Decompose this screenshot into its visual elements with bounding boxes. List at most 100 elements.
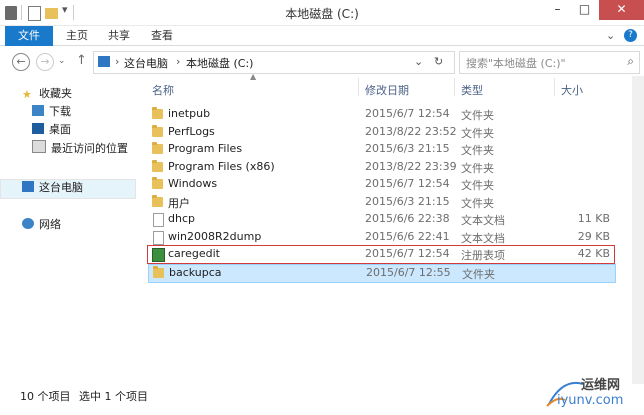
file-row[interactable]: Windows 2015/6/7 12:54 文件夹	[148, 176, 614, 193]
folder-icon	[152, 194, 163, 207]
sidebar-item-recent[interactable]: 最近访问的位置	[32, 140, 128, 156]
folder-icon	[152, 142, 163, 154]
ribbon-tabs: 文件 主页 共享 查看 ⌄ ?	[0, 26, 644, 46]
file-type: 注册表项	[461, 249, 505, 262]
file-type: 文本文档	[461, 214, 505, 227]
file-name: win2008R2dump	[168, 229, 262, 243]
navigation-pane: ★ 收藏夹 下载 桌面 最近访问的位置 这台电脑 网络	[0, 76, 136, 384]
search-box[interactable]: 搜索"本地磁盘 (C:)" ⌕	[459, 51, 640, 74]
sidebar-item-network[interactable]: 网络	[22, 217, 61, 233]
item-count: 10 个项目	[20, 390, 71, 403]
file-name: PerfLogs	[168, 124, 215, 138]
file-row[interactable]: 用户 2015/6/3 21:15 文件夹	[148, 194, 614, 211]
text-document-icon	[153, 230, 164, 245]
address-bar[interactable]: › 这台电脑 › 本地磁盘 (C:) ⌄ ↻	[93, 51, 455, 74]
breadcrumb-this-pc[interactable]: 这台电脑	[124, 55, 168, 71]
watermark-cn: 运维网	[581, 378, 621, 393]
file-type: 文本文档	[461, 231, 505, 245]
maximize-button[interactable]: □	[571, 0, 598, 20]
search-icon[interactable]: ⌕	[627, 54, 634, 69]
file-type: 文件夹	[461, 126, 494, 140]
file-type: 文件夹	[461, 144, 494, 157]
minimize-button[interactable]: –	[544, 0, 571, 20]
address-dropdown-icon[interactable]: ⌄	[414, 55, 423, 68]
sort-arrow-icon: ▲	[250, 72, 257, 81]
star-icon: ★	[22, 88, 32, 101]
navigation-bar: ← → ⌄ ↑ › 这台电脑 › 本地磁盘 (C:) ⌄ ↻ 搜索"本地磁盘 (…	[0, 46, 644, 76]
file-date: 2013/8/22 23:52	[365, 124, 457, 138]
file-name: 用户	[168, 196, 190, 210]
file-row[interactable]: PerfLogs 2013/8/22 23:52 文件夹	[148, 124, 614, 141]
file-date: 2015/6/6 22:41	[365, 229, 450, 243]
title-bar: ▾ 本地磁盘 (C:) – □ ✕	[0, 0, 644, 26]
text-document-icon	[153, 213, 164, 227]
file-row[interactable]: Program Files (x86) 2013/8/22 23:39 文件夹	[148, 159, 614, 176]
file-date: 2013/8/22 23:39	[365, 159, 457, 173]
breadcrumb-local-disk[interactable]: 本地磁盘 (C:)	[186, 55, 253, 71]
recent-locations-icon[interactable]: ⌄	[58, 56, 66, 66]
file-type: 文件夹	[461, 109, 494, 122]
registry-file-icon	[152, 248, 165, 262]
sidebar-item-downloads[interactable]: 下载	[32, 104, 71, 120]
file-date: 2015/6/3 21:15	[365, 194, 450, 208]
computer-icon	[98, 56, 110, 67]
file-name: Windows	[168, 177, 218, 190]
file-size: 29 KB	[577, 229, 610, 243]
file-row[interactable]: Program Files 2015/6/3 21:15 文件夹	[148, 141, 614, 158]
folder-icon	[153, 265, 164, 278]
file-type: 文件夹	[461, 179, 494, 192]
file-name: inetpub	[168, 107, 211, 120]
file-date: 2015/6/3 21:15	[365, 142, 450, 155]
tab-share[interactable]: 共享	[98, 26, 140, 46]
folder-icon	[152, 177, 163, 189]
vertical-scrollbar[interactable]	[632, 76, 644, 384]
folder-icon	[152, 159, 163, 172]
search-input[interactable]: 搜索"本地磁盘 (C:)"	[466, 55, 566, 71]
desktop-icon	[32, 123, 44, 134]
file-row[interactable]: win2008R2dump 2015/6/6 22:41 文本文档 29 KB	[148, 229, 614, 246]
column-header-size[interactable]: 大小	[561, 82, 583, 98]
sidebar-item-favorites[interactable]: ★ 收藏夹	[22, 86, 72, 102]
back-button[interactable]: ←	[12, 53, 30, 71]
file-type: 文件夹	[461, 196, 494, 210]
watermark-logo: 运维网 iyunv.com	[543, 374, 639, 410]
sidebar-item-this-pc[interactable]: 这台电脑	[0, 179, 136, 199]
refresh-button[interactable]: ↻	[434, 55, 443, 68]
column-header-date[interactable]: 修改日期	[365, 82, 409, 98]
file-row[interactable]: inetpub 2015/6/7 12:54 文件夹	[148, 106, 614, 123]
forward-button[interactable]: →	[36, 53, 54, 71]
file-date: 2015/6/6 22:38	[365, 212, 450, 225]
sidebar-item-desktop[interactable]: 桌面	[32, 122, 71, 138]
file-row[interactable]: caregedit 2015/6/7 12:54 注册表项 42 KB	[147, 245, 615, 264]
file-name: Program Files	[168, 142, 243, 155]
file-type: 文件夹	[461, 161, 494, 175]
tab-view[interactable]: 查看	[141, 26, 183, 46]
file-name: caregedit	[168, 247, 220, 260]
file-size: 11 KB	[577, 212, 610, 225]
folder-icon	[152, 107, 163, 119]
column-header-type[interactable]: 类型	[461, 82, 483, 98]
file-name: backupca	[169, 265, 222, 279]
file-list: ▲ 名称 修改日期 类型 大小 inetpub 2015/6/7 12:54 文件夹…	[140, 72, 632, 384]
up-button[interactable]: ↑	[76, 53, 87, 68]
selected-count: 选中 1 个项目	[79, 390, 148, 403]
recent-places-icon	[32, 140, 46, 153]
tab-home[interactable]: 主页	[56, 26, 98, 46]
column-header-name[interactable]: 名称	[152, 82, 174, 98]
file-row[interactable]: dhcp 2015/6/6 22:38 文本文档 11 KB	[148, 211, 614, 228]
file-date: 2015/6/7 12:54	[365, 107, 450, 120]
file-size: 42 KB	[577, 247, 610, 260]
file-row[interactable]: backupca 2015/6/7 12:55 文件夹	[148, 263, 616, 283]
close-button[interactable]: ✕	[599, 0, 644, 20]
tab-file[interactable]: 文件	[5, 26, 53, 46]
file-date: 2015/6/7 12:54	[365, 247, 450, 260]
file-name: dhcp	[168, 212, 195, 225]
download-icon	[32, 105, 44, 116]
file-date: 2015/6/7 12:55	[366, 265, 451, 279]
help-icon[interactable]: ?	[624, 29, 637, 42]
file-name: Program Files (x86)	[168, 159, 275, 173]
computer-icon	[22, 181, 34, 192]
network-icon	[22, 218, 34, 229]
expand-ribbon-icon[interactable]: ⌄	[596, 26, 625, 46]
file-date: 2015/6/7 12:54	[365, 177, 450, 190]
